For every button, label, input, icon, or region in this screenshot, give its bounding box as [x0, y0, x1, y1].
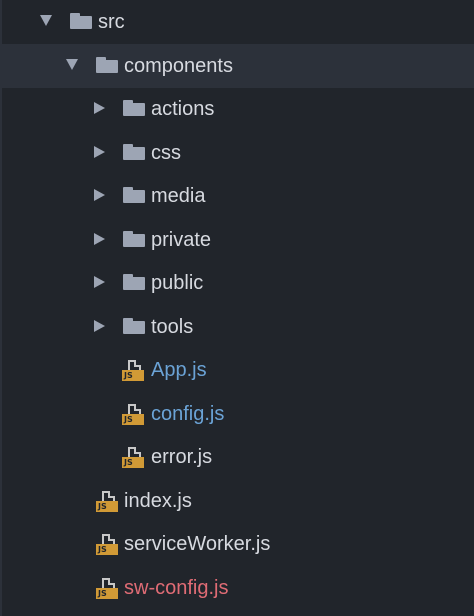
tree-item-tools[interactable]: tools: [0, 305, 474, 349]
js-badge: JS: [96, 588, 118, 599]
tree-item-app-js[interactable]: JS App.js: [0, 348, 474, 392]
js-file-icon: JS: [96, 491, 118, 512]
tree-item-sw-config-js[interactable]: JS sw-config.js: [0, 566, 474, 610]
js-file-icon: JS: [122, 404, 144, 425]
tree-item-media[interactable]: media: [0, 174, 474, 218]
tree-item-label: src: [98, 11, 125, 33]
tree-item-label: public: [151, 272, 204, 294]
chevron-right-icon[interactable]: [94, 146, 105, 158]
chevron-right-icon[interactable]: [94, 189, 105, 201]
js-file-icon: JS: [96, 534, 118, 555]
folder-icon: [96, 57, 118, 73]
chevron-right-icon[interactable]: [94, 320, 105, 332]
tree-item-actions[interactable]: actions: [0, 87, 474, 131]
tree-item-error-js[interactable]: JS error.js: [0, 435, 474, 479]
tree-item-css[interactable]: css: [0, 131, 474, 175]
tree-item-config-js[interactable]: JS config.js: [0, 392, 474, 436]
tree-item-label: App.js: [151, 359, 207, 381]
tree-item-components[interactable]: components: [0, 44, 474, 88]
js-badge: JS: [122, 457, 144, 468]
tree-item-private[interactable]: private: [0, 218, 474, 262]
js-badge: JS: [122, 370, 144, 381]
js-file-icon: JS: [96, 578, 118, 599]
tree-item-label: index.js: [124, 490, 192, 512]
js-badge: JS: [96, 544, 118, 555]
tree-item-label: error.js: [151, 446, 213, 468]
folder-icon: [123, 144, 145, 160]
tree-item-src[interactable]: src: [0, 0, 474, 44]
chevron-right-icon[interactable]: [94, 276, 105, 288]
tree-item-public[interactable]: public: [0, 261, 474, 305]
file-tree: src components actions css media private…: [0, 0, 474, 616]
folder-icon: [123, 231, 145, 247]
chevron-right-icon[interactable]: [94, 102, 105, 114]
tree-item-label: serviceWorker.js: [124, 533, 271, 555]
tree-item-serviceworker-js[interactable]: JS serviceWorker.js: [0, 522, 474, 566]
folder-icon: [70, 13, 92, 29]
chevron-down-icon[interactable]: [40, 15, 52, 26]
js-badge: JS: [122, 414, 144, 425]
tree-item-index-js[interactable]: JS index.js: [0, 479, 474, 523]
tree-item-label: css: [151, 142, 181, 164]
tree-item-label: media: [151, 185, 206, 207]
chevron-down-icon[interactable]: [66, 59, 78, 70]
tree-item-label: tools: [151, 316, 194, 338]
folder-icon: [123, 100, 145, 116]
folder-icon: [123, 318, 145, 334]
chevron-right-icon[interactable]: [94, 233, 105, 245]
folder-icon: [123, 187, 145, 203]
tree-item-label: components: [124, 55, 233, 77]
tree-item-label: actions: [151, 98, 215, 120]
js-file-icon: JS: [122, 447, 144, 468]
tree-item-label: config.js: [151, 403, 225, 425]
tree-item-label: sw-config.js: [124, 577, 229, 599]
tree-item-label: private: [151, 229, 212, 251]
js-badge: JS: [96, 501, 118, 512]
js-file-icon: JS: [122, 360, 144, 381]
folder-icon: [123, 274, 145, 290]
